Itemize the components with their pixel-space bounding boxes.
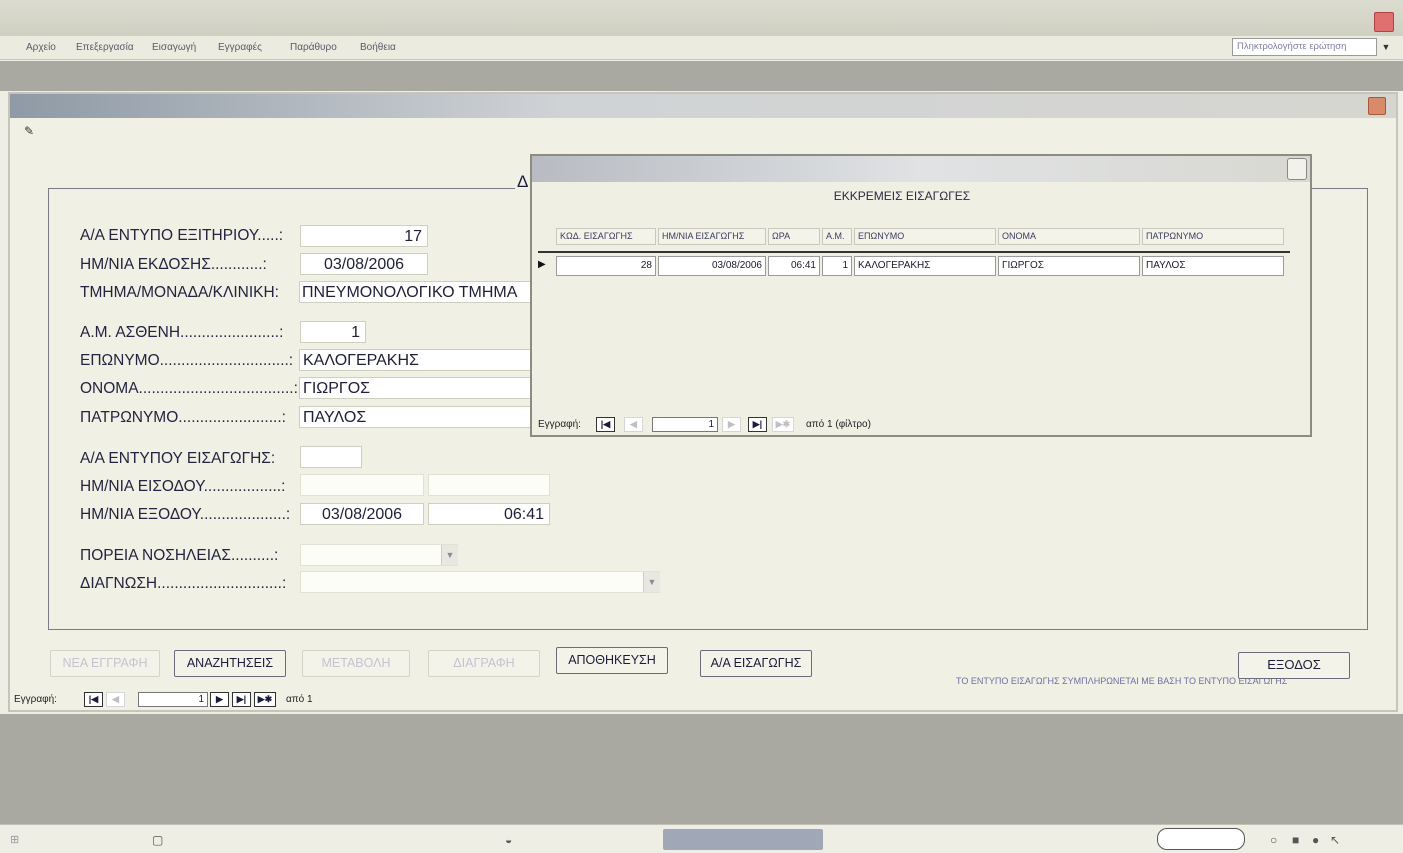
label-hospitalization-course: ΠΟΡΕΙΑ ΝΟΣΗΛΕΙΑΣ..........:	[80, 547, 279, 564]
label-father-name: ΠΑΤΡΩΝΥΜΟ........................:	[80, 409, 286, 426]
taskbar: ⊞ ▢ ◒ ○ ■ ● ↖	[0, 824, 1403, 853]
label-issue-date: ΗΜ/ΝΙΑ ΕΚΔΟΣΗΣ............:	[80, 256, 267, 273]
next-record-icon[interactable]: ▶	[722, 417, 741, 432]
admission-no-button[interactable]: Α/Α ΕΙΣΑΓΩΓΗΣ	[700, 650, 812, 677]
patient-id-field[interactable]: 1	[300, 321, 366, 343]
cell-admission-code[interactable]: 28	[556, 256, 656, 276]
exit-time-field[interactable]: 06:41	[428, 503, 550, 525]
prev-record-icon[interactable]: ◀	[624, 417, 643, 432]
workspace-background	[0, 714, 1403, 824]
form-titlebar	[10, 94, 1396, 118]
first-record-icon[interactable]: |◀	[596, 417, 615, 432]
label-patient-id: Α.Μ. ΑΣΘΕΝΗ.......................:	[80, 324, 284, 341]
first-record-icon[interactable]: |◀	[84, 692, 103, 707]
exit-form-no-field[interactable]: 17	[300, 225, 428, 247]
chevron-down-icon[interactable]: ▼	[441, 545, 458, 565]
entry-time-field[interactable]	[428, 474, 550, 496]
popup-heading: ΕΚΚΡΕΜΕΙΣ ΕΙΣΑΓΩΓΕΣ	[833, 189, 971, 203]
new-record-nav-icon[interactable]: ▶✱	[772, 417, 794, 432]
taskbar-active-window[interactable]	[663, 829, 823, 850]
header-separator	[538, 251, 1290, 253]
cursor-icon: ↖	[1330, 833, 1341, 847]
record-selector-icon[interactable]: ▶	[538, 255, 552, 275]
menu-insert[interactable]: Εισαγωγή	[152, 42, 196, 53]
tray-icon[interactable]: ■	[1292, 833, 1299, 847]
frame-title-fragment: Δ	[515, 172, 531, 192]
department-field[interactable]: ΠΝΕΥΜΟΝΟΛΟΓΙΚΟ ΤΜΗΜΑ	[299, 281, 531, 303]
new-record-nav-icon[interactable]: ▶✱	[254, 692, 276, 707]
workspace-background	[0, 61, 1403, 91]
popup-close-button[interactable]	[1287, 158, 1307, 180]
new-record-button[interactable]: ΝΕΑ ΕΓΓΡΑΦΗ	[50, 650, 160, 677]
admission-form-no-field[interactable]	[300, 446, 362, 468]
tray-icon[interactable]: ○	[1270, 833, 1277, 847]
label-admission-form-no: Α/Α ΕΝΤΥΠΟΥ ΕΙΣΑΓΩΓΗΣ:	[80, 450, 276, 467]
app-titlebar	[0, 0, 1403, 36]
help-question-input[interactable]: Πληκτρολογήστε ερώτηση	[1232, 38, 1377, 56]
cell-father-name[interactable]: ΠΑΥΛΟΣ	[1142, 256, 1284, 276]
record-number-field[interactable]: 1	[138, 692, 208, 707]
label-exit-form-no: Α/Α ΕΝΤΥΠΟ ΕΞΙΤΗΡΙΟΥ.....:	[80, 227, 284, 244]
app-icon[interactable]: ◒	[505, 833, 512, 847]
popup-record-number-field[interactable]: 1	[652, 417, 718, 432]
form-heading-faded	[50, 138, 350, 178]
search-button[interactable]: ΑΝΑΖΗΤΗΣΕΙΣ	[174, 650, 286, 677]
name-field[interactable]: ΓΙΩΡΓΟΣ	[299, 377, 531, 399]
record-count-text: από 1	[286, 694, 313, 705]
record-nav-label: Εγγραφή:	[14, 694, 57, 705]
menu-window[interactable]: Παράθυρο	[290, 42, 337, 53]
menu-file[interactable]: Αρχείο	[26, 42, 56, 53]
menu-help[interactable]: Βοήθεια	[360, 42, 396, 53]
exit-button[interactable]: ΕΞΟΔΟΣ	[1238, 652, 1350, 679]
cell-time[interactable]: 06:41	[768, 256, 820, 276]
cell-surname[interactable]: ΚΑΛΟΓΕΡΑΚΗΣ	[854, 256, 996, 276]
modify-button[interactable]: ΜΕΤΑΒΟΛΗ	[302, 650, 410, 677]
col-header-admission-date[interactable]: ΗΜ/ΝΙΑ ΕΙΣΑΓΩΓΗΣ	[658, 228, 766, 245]
col-header-name[interactable]: ΟΝΟΜΑ	[998, 228, 1140, 245]
delete-button[interactable]: ΔΙΑΓΡΑΦΗ	[428, 650, 540, 677]
popup-record-count-text: από 1 (φίλτρο)	[806, 419, 871, 430]
hospitalization-course-combo[interactable]	[300, 544, 458, 566]
cell-patient-id[interactable]: 1	[822, 256, 852, 276]
label-department: ΤΜΗΜΑ/ΜΟΝΑΔΑ/ΚΛΙΝΙΚΗ:	[80, 284, 279, 301]
col-header-surname[interactable]: ΕΠΩΝΥΜΟ	[854, 228, 996, 245]
entry-date-field[interactable]	[300, 474, 424, 496]
app-close-button[interactable]	[1374, 12, 1394, 32]
pending-admissions-window: ΕΚΚΡΕΜΕΙΣ ΕΙΣΑΓΩΓΕΣ ΚΩΔ. ΕΙΣΑΓΩΓΗΣ ΗΜ/ΝΙ…	[530, 154, 1312, 437]
col-header-patient-id[interactable]: Α.Μ.	[822, 228, 852, 245]
chevron-down-icon[interactable]: ▼	[1379, 38, 1393, 56]
label-entry-date: ΗΜ/ΝΙΑ ΕΙΣΟΔΟΥ..................:	[80, 478, 286, 495]
cell-name[interactable]: ΓΙΩΡΓΟΣ	[998, 256, 1140, 276]
folder-icon[interactable]: ▢	[152, 833, 163, 847]
col-header-admission-code[interactable]: ΚΩΔ. ΕΙΣΑΓΩΓΗΣ	[556, 228, 656, 245]
menu-edit[interactable]: Επεξεργασία	[76, 42, 134, 53]
next-record-icon[interactable]: ▶	[210, 692, 229, 707]
label-diagnosis: ΔΙΑΓΝΩΣΗ.............................:	[80, 575, 287, 592]
chevron-down-icon[interactable]: ▼	[643, 572, 660, 592]
col-header-time[interactable]: ΩΡΑ	[768, 228, 820, 245]
father-name-field[interactable]: ΠΑΥΛΟΣ	[299, 406, 531, 428]
exit-date-field[interactable]: 03/08/2006	[300, 503, 424, 525]
prev-record-icon[interactable]: ◀	[106, 692, 125, 707]
diagnosis-combo[interactable]	[300, 571, 660, 593]
popup-record-nav-label: Εγγραφή:	[538, 419, 581, 430]
tray-icon[interactable]: ●	[1312, 833, 1319, 847]
last-record-icon[interactable]: ▶|	[748, 417, 767, 432]
surname-field[interactable]: ΚΑΛΟΓΕΡΑΚΗΣ	[299, 349, 531, 371]
label-name: ΟΝΟΜΑ...................................…	[80, 380, 298, 397]
issue-date-field[interactable]: 03/08/2006	[300, 253, 428, 275]
cell-admission-date[interactable]: 03/08/2006	[658, 256, 766, 276]
popup-titlebar	[532, 156, 1310, 182]
taskbar-search-box[interactable]	[1157, 828, 1245, 850]
col-header-father-name[interactable]: ΠΑΤΡΩΝΥΜΟ	[1142, 228, 1284, 245]
form-close-button[interactable]	[1368, 97, 1386, 115]
menu-records[interactable]: Εγγραφές	[218, 42, 262, 53]
label-surname: ΕΠΩΝΥΜΟ..............................:	[80, 352, 294, 369]
menu-bar: Αρχείο Επεξεργασία Εισαγωγή Εγγραφές Παρ…	[0, 36, 1403, 60]
pencil-icon: ✎	[24, 124, 35, 138]
last-record-icon[interactable]: ▶|	[232, 692, 251, 707]
label-exit-date: ΗΜ/ΝΙΑ ΕΞΟΔΟΥ....................:	[80, 506, 291, 523]
start-button[interactable]: ⊞	[10, 833, 19, 846]
save-button[interactable]: ΑΠΟΘΗΚΕΥΣΗ	[556, 647, 668, 674]
